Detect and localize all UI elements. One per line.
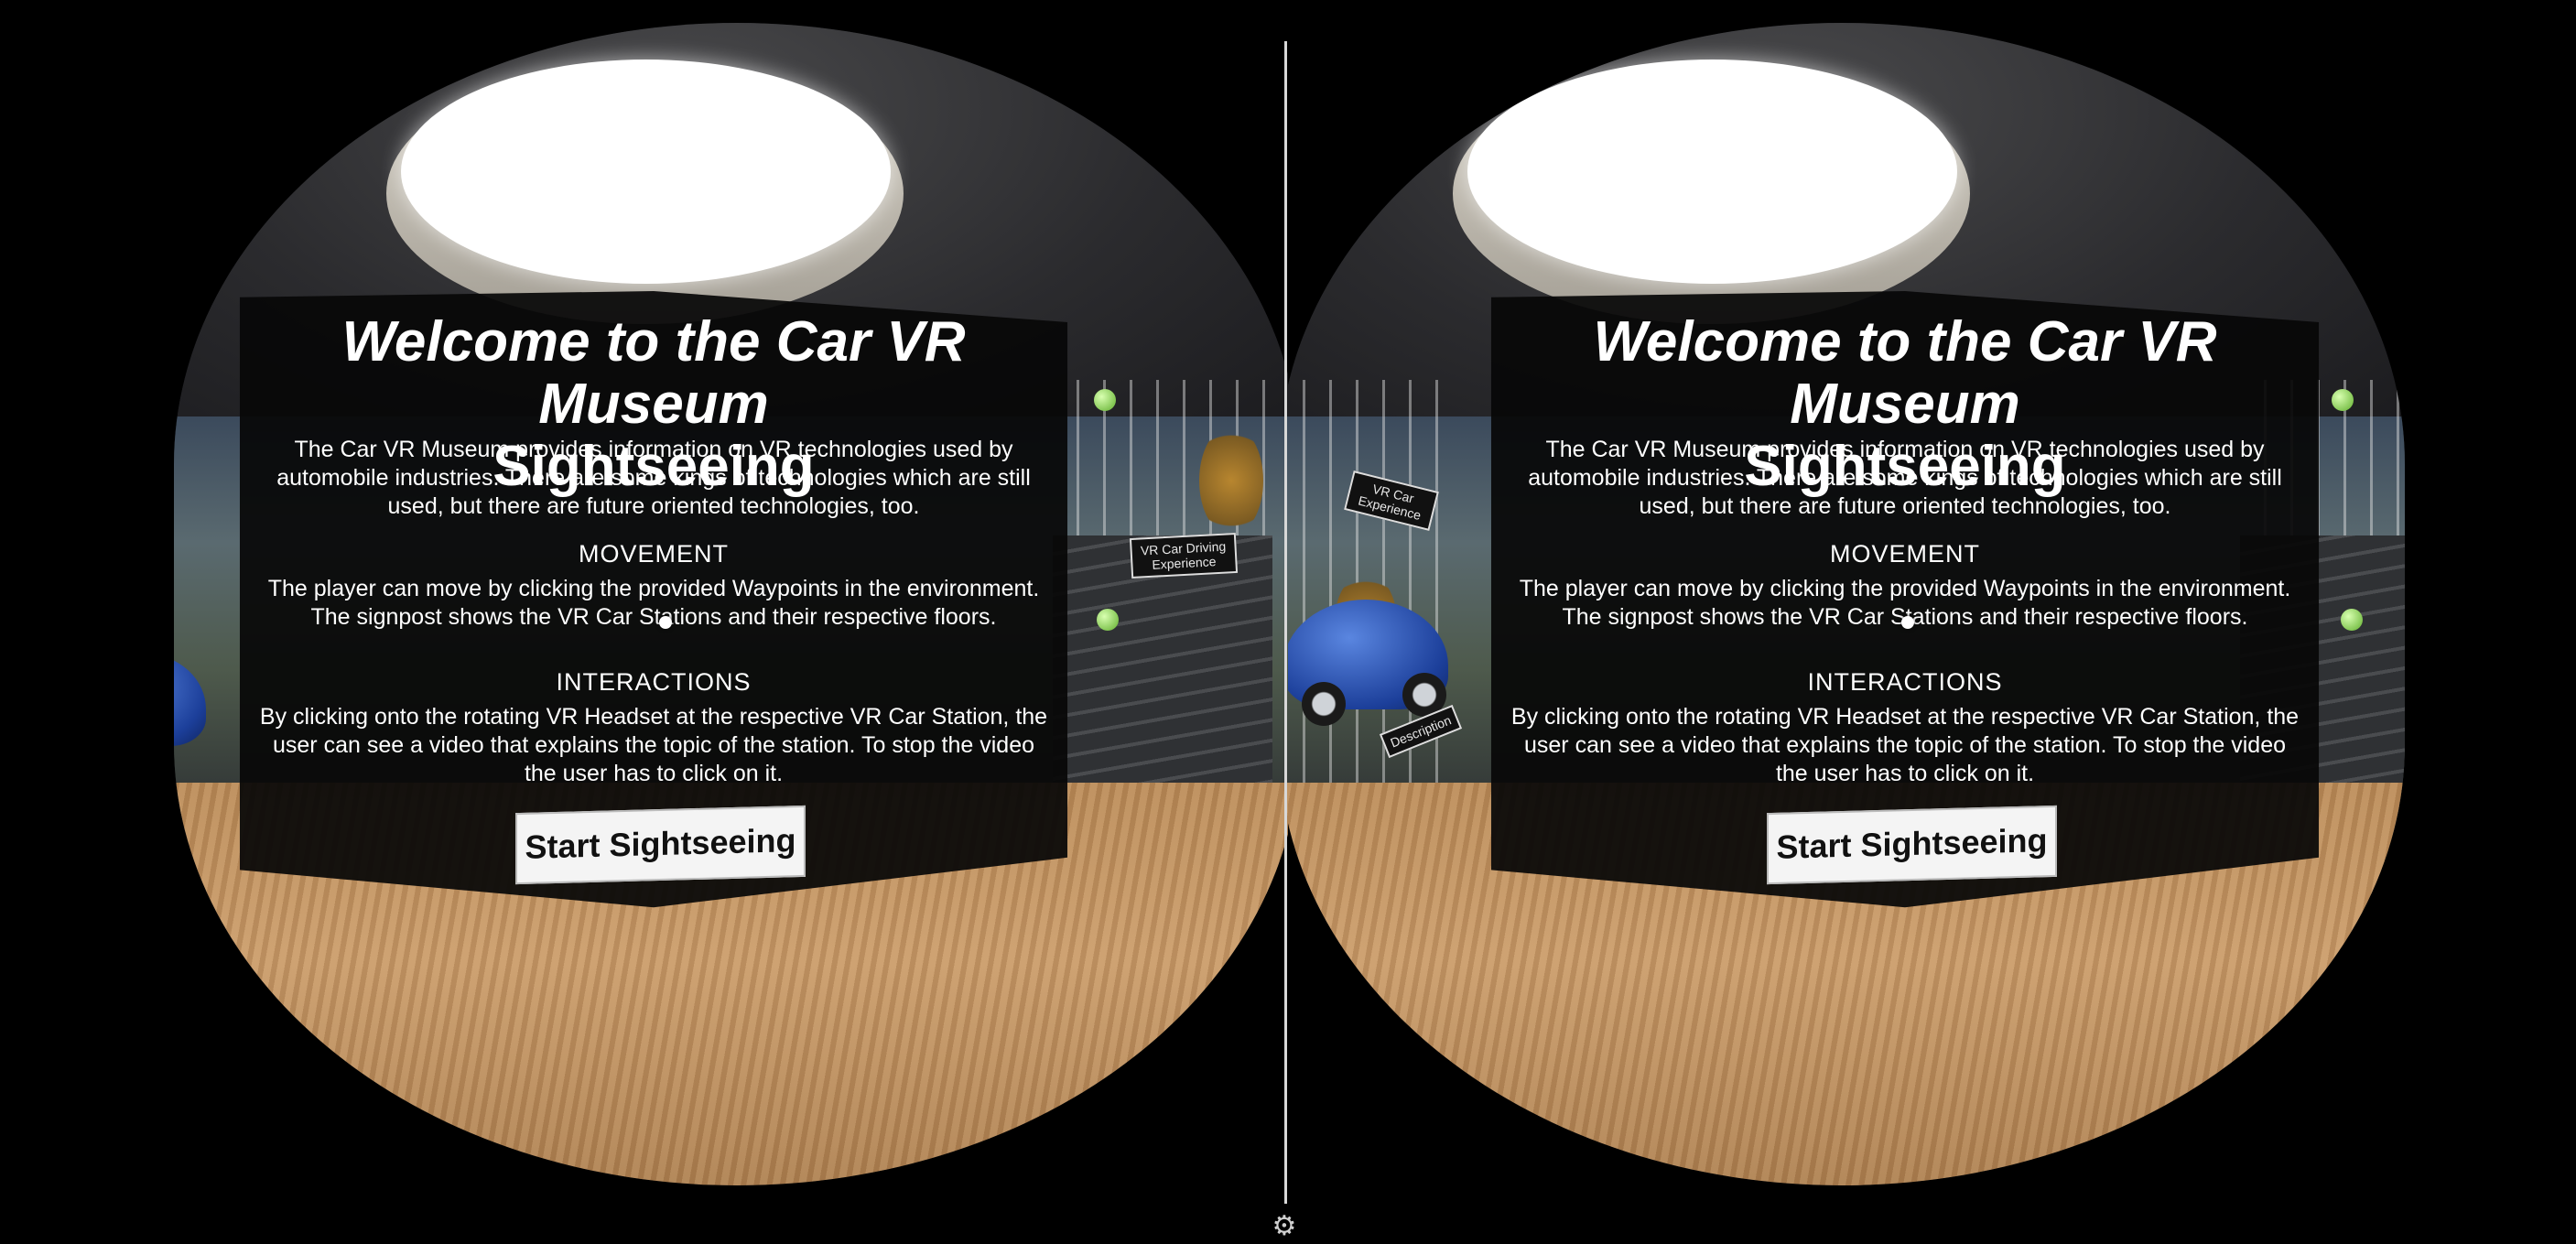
title-line-1: Welcome to the Car VR Museum [1593, 310, 2217, 436]
eye-divider [1284, 41, 1287, 1204]
skylight [401, 59, 891, 284]
waypoint-marker[interactable] [1097, 609, 1119, 631]
gaze-reticle [1901, 616, 1914, 629]
interactions-heading: INTERACTIONS [1807, 668, 2003, 696]
title-line-1: Welcome to the Car VR Museum [341, 310, 966, 436]
waypoint-marker[interactable] [1094, 389, 1116, 411]
interactions-text: By clicking onto the rotating VR Headset… [1510, 704, 2300, 786]
right-eye-view: VR Car Experience Description Welcome to… [1288, 0, 2576, 1244]
welcome-panel: Welcome to the Car VR Museum Sightseeing… [239, 291, 1068, 908]
interactions-heading: INTERACTIONS [556, 668, 752, 696]
movement-heading: MOVEMENT [578, 540, 729, 568]
start-sightseeing-button[interactable]: Start Sightseeing [515, 805, 806, 885]
skylight [1467, 59, 1957, 284]
left-eye-view: VR Car Driving Experience Welcome to the… [0, 0, 1288, 1244]
movement-heading: MOVEMENT [1829, 540, 1980, 568]
waypoint-marker[interactable] [2341, 609, 2363, 631]
gear-icon[interactable]: ⚙ [1271, 1213, 1298, 1240]
gaze-reticle [659, 616, 672, 629]
car-wheel [1302, 682, 1346, 726]
interactions-text: By clicking onto the rotating VR Headset… [259, 704, 1048, 786]
scene-sign-driving: VR Car Driving Experience [1129, 532, 1239, 579]
start-sightseeing-button[interactable]: Start Sightseeing [1767, 805, 2057, 885]
movement-text: The player can move by clicking the prov… [267, 576, 1040, 630]
tree [1199, 426, 1263, 535]
waypoint-marker[interactable] [2332, 389, 2354, 411]
intro-text: The Car VR Museum provides information o… [1528, 437, 2282, 519]
welcome-panel: Welcome to the Car VR Museum Sightseeing… [1490, 291, 2320, 908]
intro-text: The Car VR Museum provides information o… [276, 437, 1031, 519]
